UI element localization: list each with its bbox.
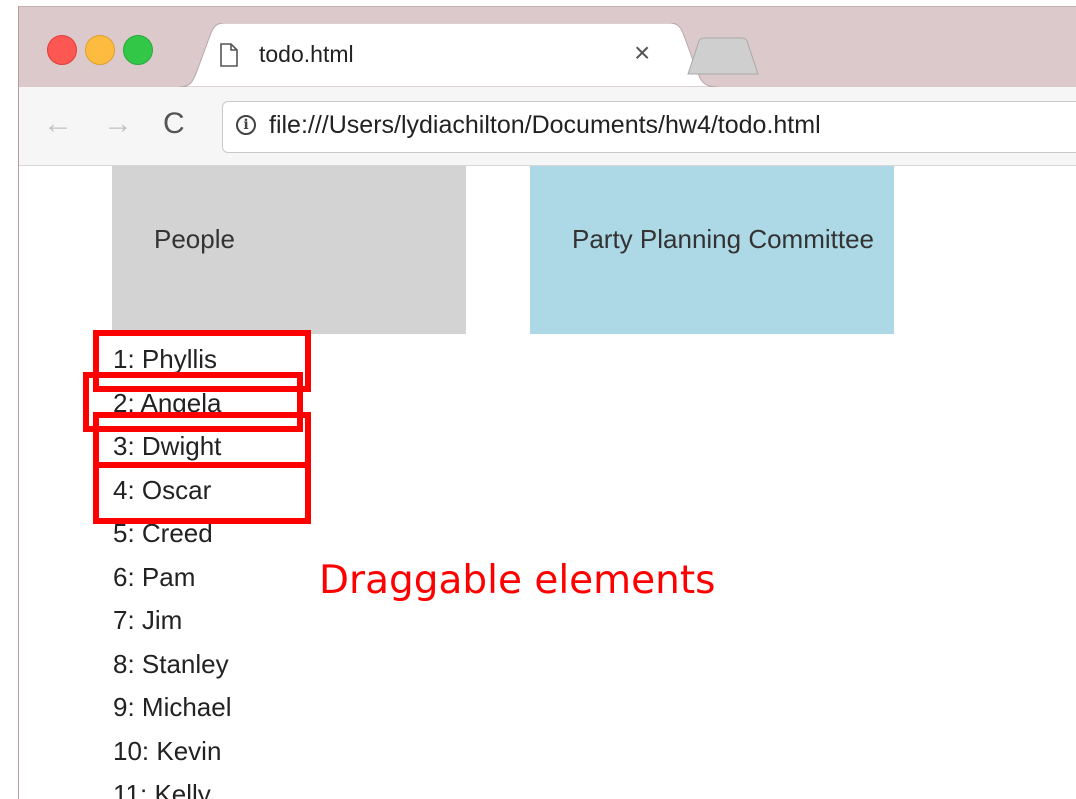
browser-toolbar: ← → C i file:///Users/lydiachilton/Docum…	[19, 87, 1076, 166]
new-tab-button[interactable]	[687, 37, 759, 75]
annotation-label: Draggable elements	[319, 558, 716, 603]
document-icon	[220, 43, 238, 67]
page-content: People Party Planning Committee 1: Phyll…	[19, 166, 1076, 799]
browser-window: todo.html × ← → C i file:///Users/lydiac…	[18, 6, 1076, 799]
close-tab-icon[interactable]: ×	[634, 38, 650, 68]
close-window-button[interactable]	[47, 35, 77, 65]
person-item[interactable]: 8: Stanley	[113, 643, 232, 687]
minimize-window-button[interactable]	[85, 35, 115, 65]
person-item[interactable]: 10: Kevin	[113, 730, 232, 774]
tab-strip: todo.html ×	[19, 7, 1076, 87]
forward-arrow-icon[interactable]: →	[103, 107, 133, 141]
person-item[interactable]: 6: Pam	[113, 556, 232, 600]
tab-title: todo.html	[259, 41, 354, 67]
annotation-box	[93, 412, 311, 468]
person-item[interactable]: 11: Kelly	[113, 773, 232, 799]
info-icon[interactable]: i	[236, 115, 256, 135]
reload-icon[interactable]: C	[163, 107, 185, 141]
back-arrow-icon[interactable]: ←	[43, 107, 73, 141]
party-planning-committee-container[interactable]: Party Planning Committee	[530, 166, 894, 334]
person-item[interactable]: 7: Jim	[113, 599, 232, 643]
person-item[interactable]: 9: Michael	[113, 686, 232, 730]
address-bar[interactable]: i file:///Users/lydiachilton/Documents/h…	[222, 101, 1076, 153]
tab-todo[interactable]: todo.html ×	[179, 23, 719, 87]
annotation-box	[93, 462, 311, 524]
url-text[interactable]: file:///Users/lydiachilton/Documents/hw4…	[269, 111, 821, 140]
people-container[interactable]: People	[112, 166, 466, 334]
maximize-window-button[interactable]	[123, 35, 153, 65]
